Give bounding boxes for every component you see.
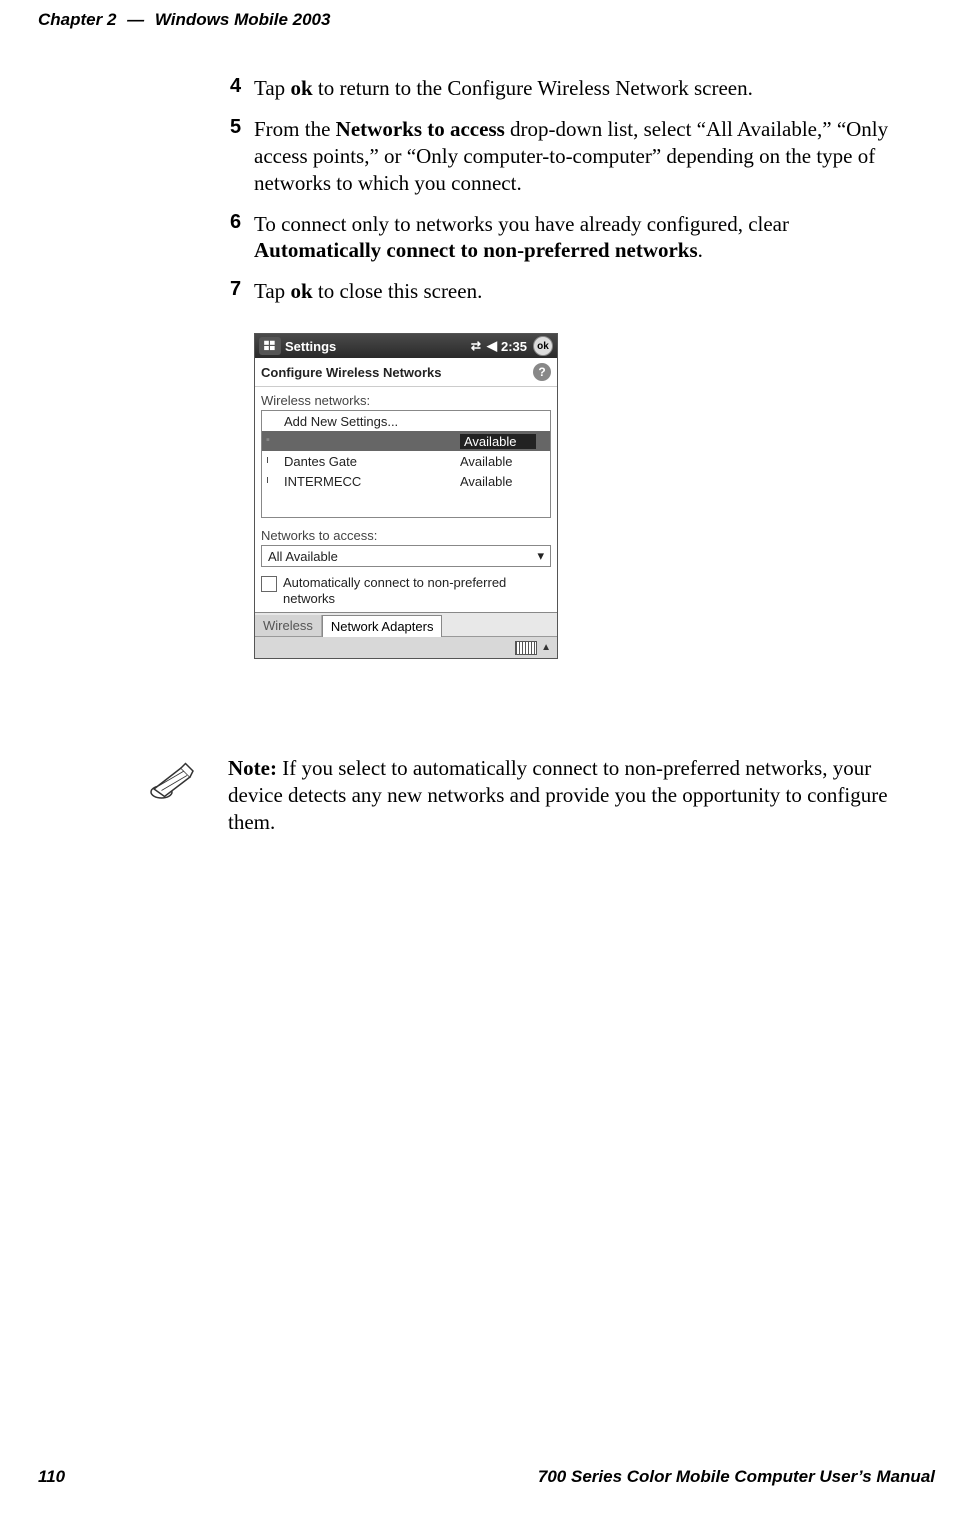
list-item-selected[interactable]: ▪ Available <box>262 431 550 451</box>
window-titlebar: Settings ⇄ ◀ 2:35 ok <box>255 334 557 358</box>
speaker-icon[interactable]: ◀ <box>487 338 497 354</box>
wireless-networks-list[interactable]: Add New Settings... ▪ Available ı Dantes… <box>261 410 551 518</box>
note-text: Note: If you select to automatically con… <box>208 755 918 836</box>
device-screenshot: Settings ⇄ ◀ 2:35 ok Configure Wireless … <box>254 333 920 659</box>
step-text: Tap ok to close this screen. <box>254 278 920 305</box>
page-footer: 110 700 Series Color Mobile Computer Use… <box>38 1467 935 1487</box>
step-text: To connect only to networks you have alr… <box>254 211 920 265</box>
start-icon[interactable] <box>259 337 281 355</box>
step-text: Tap ok to return to the Configure Wirele… <box>254 75 920 102</box>
step-7: 7 Tap ok to close this screen. <box>230 278 920 305</box>
networks-to-access-label: Networks to access: <box>261 528 551 543</box>
checkbox-icon[interactable] <box>261 576 277 592</box>
step-4: 4 Tap ok to return to the Configure Wire… <box>230 75 920 102</box>
step-text: From the Networks to access drop-down li… <box>254 116 920 197</box>
wireless-networks-label: Wireless networks: <box>261 393 551 408</box>
chapter-label: Chapter 2 <box>38 10 116 29</box>
page-header: Chapter 2 — Windows Mobile 2003 <box>38 10 935 30</box>
step-5: 5 From the Networks to access drop-down … <box>230 116 920 197</box>
step-6: 6 To connect only to networks you have a… <box>230 211 920 265</box>
checkbox-label: Automatically connect to non-preferred n… <box>283 575 551 606</box>
network-icon: ı <box>266 474 280 486</box>
window-title: Settings <box>285 339 471 354</box>
step-number: 7 <box>230 278 254 305</box>
networks-to-access-dropdown[interactable]: All Available ▾ <box>261 545 551 567</box>
header-title: Windows Mobile 2003 <box>155 10 331 29</box>
clock-time: 2:35 <box>501 339 527 354</box>
note-label: Note: <box>228 756 277 780</box>
chevron-down-icon: ▾ <box>537 548 544 564</box>
screen-body: Wireless networks: Add New Settings... ▪… <box>255 387 557 612</box>
screen-heading-row: Configure Wireless Networks ? <box>255 358 557 387</box>
content-area: 4 Tap ok to return to the Configure Wire… <box>230 75 920 659</box>
screen-heading: Configure Wireless Networks <box>261 365 441 380</box>
connectivity-icon[interactable]: ⇄ <box>471 339 481 353</box>
network-icon: ▪ <box>266 434 280 446</box>
input-panel-arrow-icon[interactable]: ▲ <box>541 642 551 653</box>
step-number: 5 <box>230 116 254 197</box>
help-icon[interactable]: ? <box>533 363 551 381</box>
ok-button[interactable]: ok <box>533 336 553 356</box>
note-block: Note: If you select to automatically con… <box>148 755 918 836</box>
page-number: 110 <box>38 1467 65 1487</box>
keyboard-icon[interactable] <box>515 641 537 655</box>
screenshot-frame: Settings ⇄ ◀ 2:35 ok Configure Wireless … <box>254 333 558 659</box>
tab-wireless[interactable]: Wireless <box>255 615 322 636</box>
list-item[interactable]: ı INTERMECC Available <box>262 471 550 491</box>
list-item[interactable]: ı Dantes Gate Available <box>262 451 550 471</box>
network-icon: ı <box>266 454 280 466</box>
auto-connect-checkbox-row[interactable]: Automatically connect to non-preferred n… <box>261 575 551 606</box>
manual-title: 700 Series Color Mobile Computer User’s … <box>538 1467 935 1487</box>
header-dash: — <box>127 10 144 29</box>
step-number: 6 <box>230 211 254 265</box>
input-panel-bar: ▲ <box>255 636 557 658</box>
tab-network-adapters[interactable]: Network Adapters <box>322 615 443 637</box>
dropdown-value: All Available <box>268 549 338 564</box>
tab-bar: Wireless Network Adapters <box>255 612 557 636</box>
note-icon <box>148 755 208 807</box>
step-number: 4 <box>230 75 254 102</box>
list-item-add-new[interactable]: Add New Settings... <box>262 411 550 431</box>
